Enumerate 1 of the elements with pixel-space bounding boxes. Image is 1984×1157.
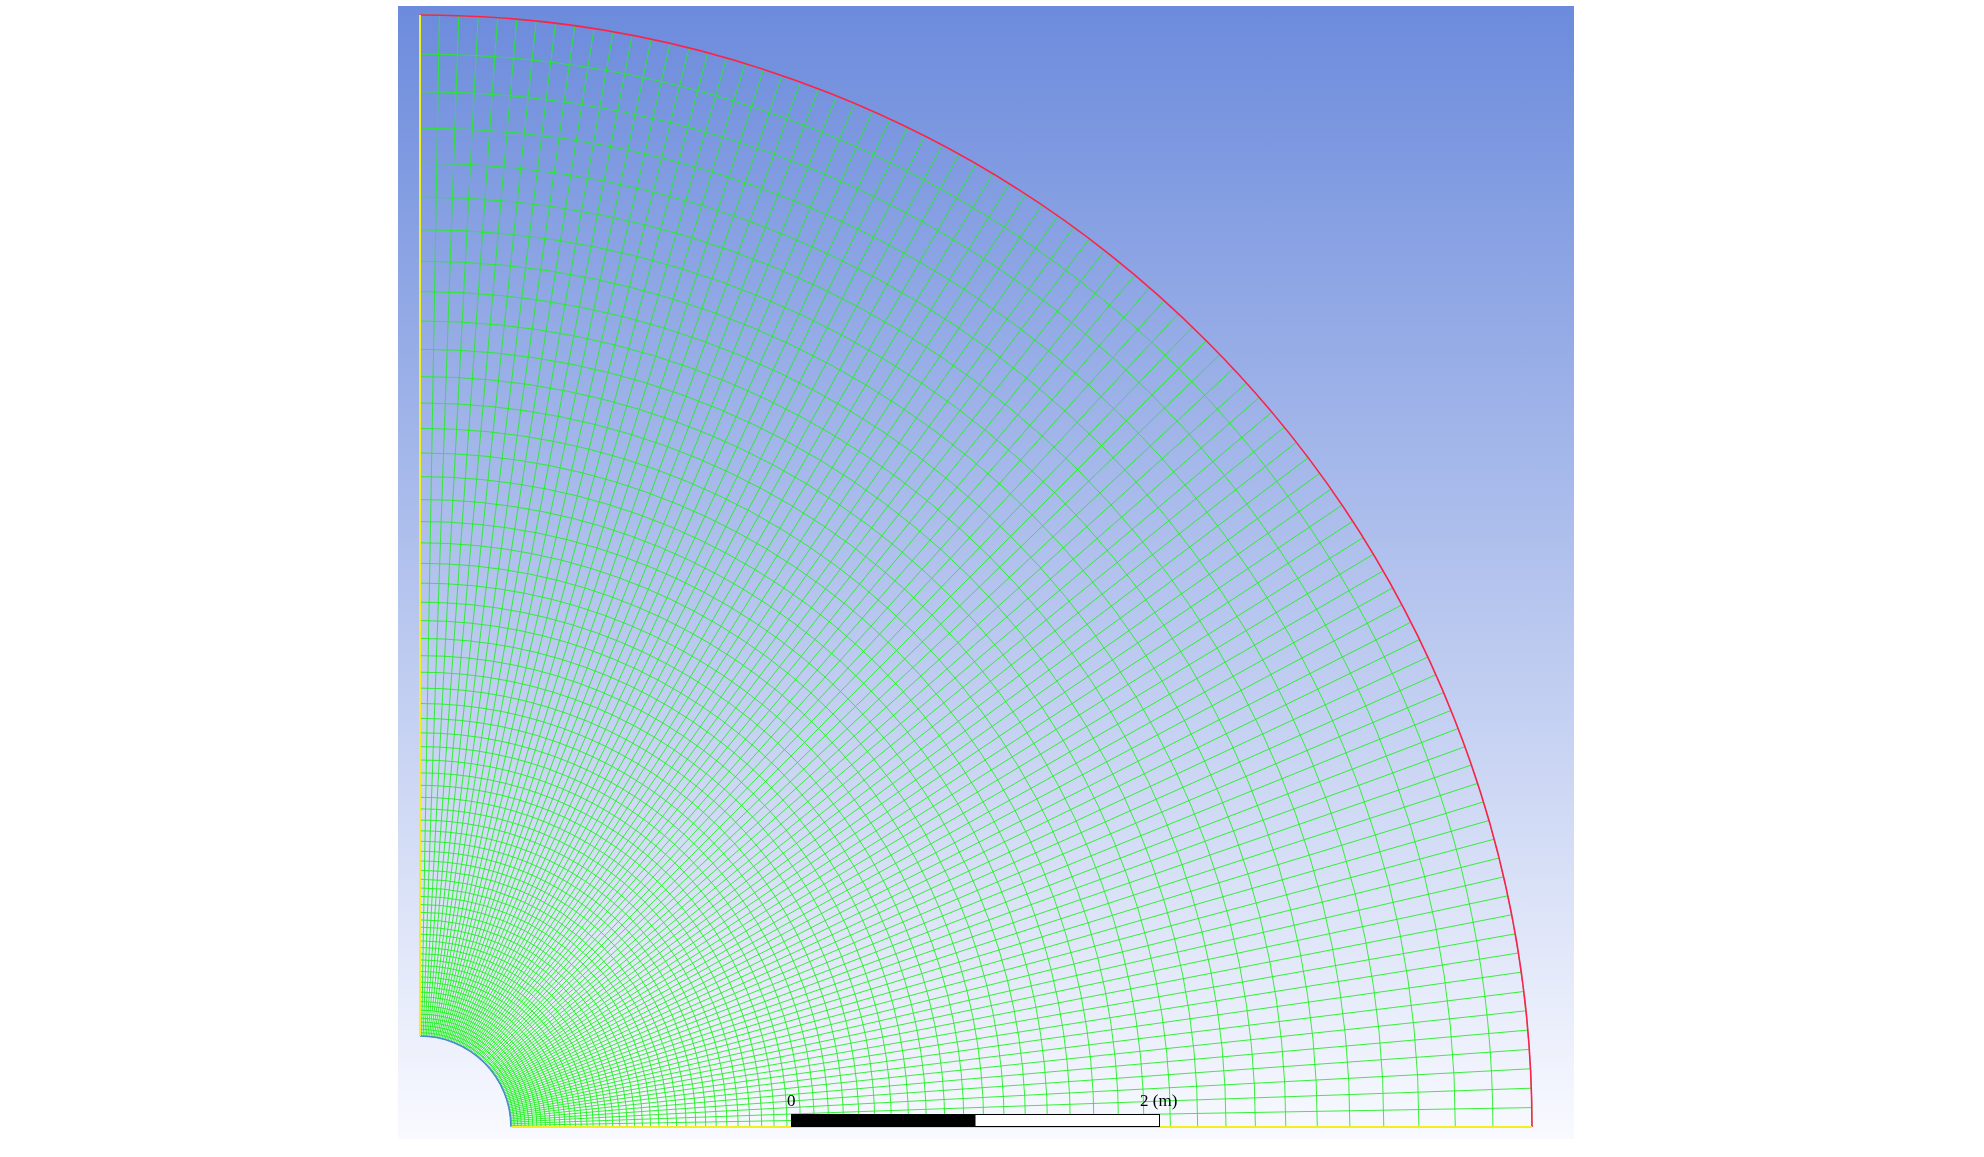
scale-start-label: 0	[787, 1091, 796, 1110]
